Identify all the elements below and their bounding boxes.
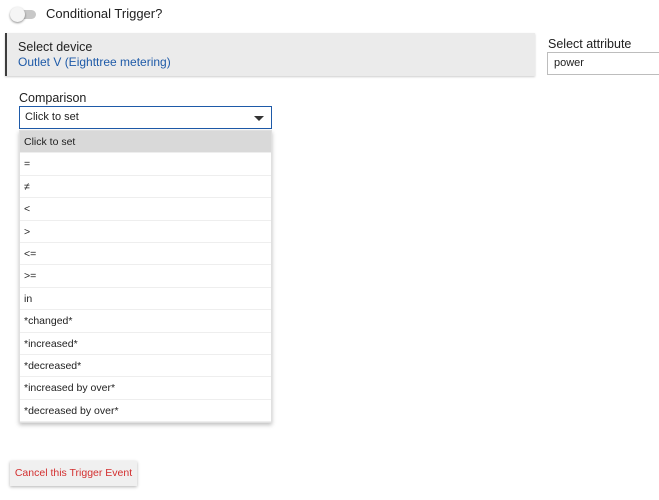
conditional-trigger-label: Conditional Trigger?	[46, 6, 163, 21]
comparison-option-click-to-set[interactable]: Click to set	[20, 131, 271, 154]
select-device-button[interactable]: Select device Outlet V (Eighttree meteri…	[5, 33, 535, 76]
comparison-option-decreased[interactable]: *decreased*	[20, 355, 271, 378]
comparison-option-greater-or-equal[interactable]: >=	[20, 265, 271, 288]
comparison-option-equal[interactable]: =	[20, 153, 271, 176]
select-attribute-label: Select attribute	[548, 37, 632, 51]
toggle-thumb	[10, 7, 25, 22]
select-device-label: Select device	[18, 40, 93, 54]
trigger-editor: Conditional Trigger? Select device Outle…	[0, 0, 659, 500]
comparison-option-increased[interactable]: *increased*	[20, 333, 271, 355]
comparison-option-greater-than[interactable]: >	[20, 221, 271, 243]
comparison-option-less-or-equal[interactable]: <=	[20, 243, 271, 266]
comparison-option-less-than[interactable]: <	[20, 198, 271, 221]
caret-down-icon	[254, 116, 264, 121]
comparison-option-changed[interactable]: *changed*	[20, 310, 271, 333]
selected-device-value: Outlet V (Eighttree metering)	[18, 55, 171, 69]
comparison-option-not-equal[interactable]: ≠	[20, 176, 271, 199]
comparison-dropdown: Click to set = ≠ < > <= >= in *changed* …	[19, 130, 272, 424]
comparison-option-in[interactable]: in	[20, 288, 271, 311]
comparison-selected-value: Click to set	[25, 111, 79, 123]
comparison-option-increased-by-over[interactable]: *increased by over*	[20, 377, 271, 400]
comparison-select[interactable]: Click to set	[19, 106, 272, 129]
comparison-label: Comparison	[19, 91, 87, 105]
comparison-option-decreased-by-over[interactable]: *decreased by over*	[20, 400, 271, 423]
conditional-trigger-toggle[interactable]	[10, 7, 36, 22]
cancel-trigger-event-button[interactable]: Cancel this Trigger Event	[10, 461, 137, 486]
attribute-select[interactable]: power	[547, 52, 659, 75]
